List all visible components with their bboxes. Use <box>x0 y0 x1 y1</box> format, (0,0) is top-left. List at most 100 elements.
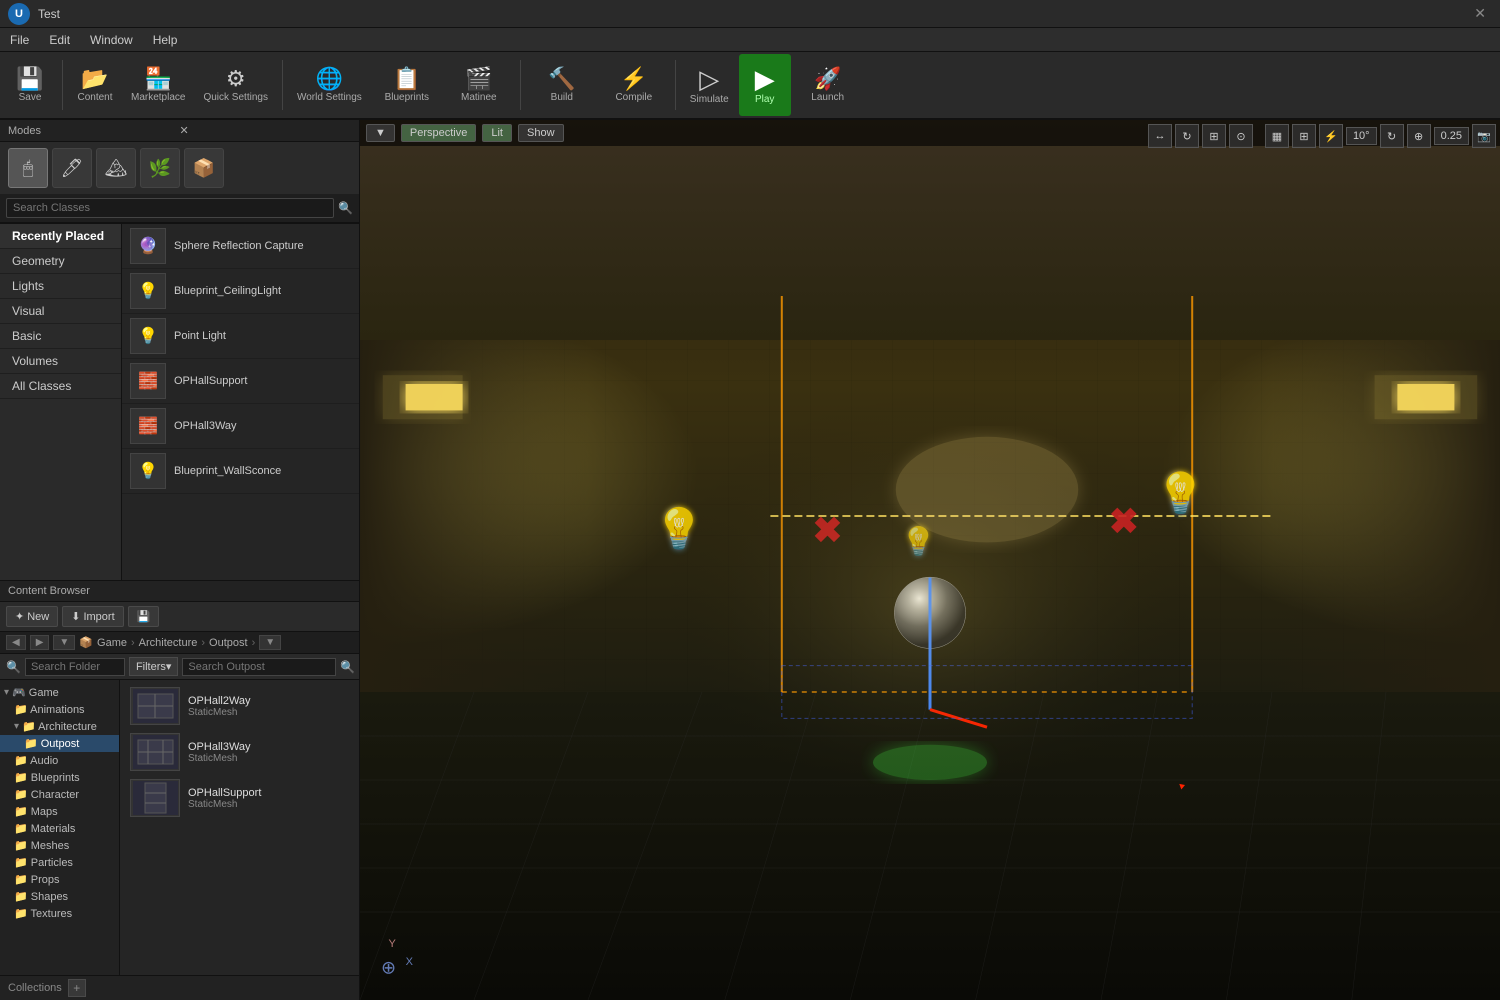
matinee-button[interactable]: 🎬 Matinee <box>444 54 514 116</box>
save-button[interactable]: 💾 Save <box>4 54 56 116</box>
folder-blueprints[interactable]: 📁 Blueprints <box>0 769 119 786</box>
scale-tool[interactable]: ⊞ <box>1202 124 1226 148</box>
world-settings-button[interactable]: 🌐 World Settings <box>289 54 370 116</box>
menu-file[interactable]: File <box>0 28 39 51</box>
content-search-icon: 🔍 <box>340 660 355 674</box>
content-browser-toolbar: ✦ New ⬇ Import 💾 <box>0 602 359 632</box>
viewport[interactable]: ▼ Perspective Lit Show ↔ ↻ ⊞ ⊙ ▦ ⊞ ⚡ 10°… <box>360 120 1500 1000</box>
folder-textures[interactable]: 📁 Textures <box>0 905 119 922</box>
compile-label: Compile <box>615 92 652 103</box>
search-classes-input[interactable] <box>6 198 334 218</box>
blueprints-button[interactable]: 📋 Blueprints <box>372 54 442 116</box>
nav-forward-button[interactable]: ▶ <box>30 635 50 650</box>
category-geometry[interactable]: Geometry <box>0 249 121 274</box>
folder-materials[interactable]: 📁 Materials <box>0 820 119 837</box>
folder-audio[interactable]: 📁 Audio <box>0 752 119 769</box>
asset-item-ophall3way[interactable]: OPHall3Way StaticMesh <box>124 730 355 774</box>
path-outpost[interactable]: Outpost <box>209 637 248 649</box>
menu-edit[interactable]: Edit <box>39 28 80 51</box>
folder-search-input[interactable] <box>25 658 125 676</box>
save-all-button[interactable]: 💾 <box>128 606 160 627</box>
simulate-button[interactable]: ▷ Simulate <box>682 54 737 116</box>
category-visual[interactable]: Visual <box>0 299 121 324</box>
folder-shapes[interactable]: 📁 Shapes <box>0 888 119 905</box>
viewport-dropdown[interactable]: ▼ <box>366 124 395 142</box>
import-button[interactable]: ⬇ Import <box>62 606 123 627</box>
category-volumes[interactable]: Volumes <box>0 349 121 374</box>
folder-shapes-label: 📁 Shapes <box>14 890 68 903</box>
camera-settings[interactable]: 📷 <box>1472 124 1496 148</box>
content-search-input[interactable] <box>182 658 336 676</box>
snap-settings[interactable]: ⚡ <box>1319 124 1343 148</box>
compile-button[interactable]: ⚡ Compile <box>599 54 669 116</box>
blueprints-icon: 📋 <box>393 68 420 90</box>
lit-button[interactable]: Lit <box>482 124 512 142</box>
content-button[interactable]: 📂 Content <box>69 54 121 116</box>
surface-snap[interactable]: ▦ <box>1265 124 1289 148</box>
collections-bar: Collections + <box>0 975 359 1000</box>
mode-paint[interactable]: 🖊 <box>52 148 92 188</box>
modes-content: Recently Placed Geometry Lights Visual B… <box>0 224 359 580</box>
rotate-tool[interactable]: ↻ <box>1175 124 1199 148</box>
quick-settings-button[interactable]: ⚙ Quick Settings <box>195 54 275 116</box>
close-button[interactable]: ✕ <box>1468 5 1492 22</box>
asset-item-ophallsupport[interactable]: OPHallSupport StaticMesh <box>124 776 355 820</box>
nav-back-button[interactable]: ◀ <box>6 635 26 650</box>
category-lights[interactable]: Lights <box>0 274 121 299</box>
item-name: OPHallSupport <box>174 375 247 387</box>
grid-snap-value[interactable]: 10° <box>1346 127 1377 145</box>
mode-select[interactable]: 🖱 <box>8 148 48 188</box>
translate-tool[interactable]: ↔ <box>1148 124 1172 148</box>
mode-geometry[interactable]: 📦 <box>184 148 224 188</box>
modes-close[interactable]: ✕ <box>180 124 352 137</box>
list-item[interactable]: 💡 Blueprint_CeilingLight <box>122 269 359 314</box>
category-basic[interactable]: Basic <box>0 324 121 349</box>
perspective-button[interactable]: Perspective <box>401 124 476 142</box>
build-button[interactable]: 🔨 Build <box>527 54 597 116</box>
marketplace-button[interactable]: 🏪 Marketplace <box>123 54 193 116</box>
menu-window[interactable]: Window <box>80 28 143 51</box>
nav-options-button[interactable]: ▼ <box>259 635 281 650</box>
folder-meshes[interactable]: 📁 Meshes <box>0 837 119 854</box>
scale-snap-value[interactable]: 0.25 <box>1434 127 1469 145</box>
app-title: Test <box>38 7 1468 21</box>
list-item[interactable]: 💡 Point Light <box>122 314 359 359</box>
add-collection-button[interactable]: + <box>68 979 86 997</box>
folder-game[interactable]: ▾ 🎮 Game <box>0 684 119 701</box>
folder-animations[interactable]: 📁 Animations <box>0 701 119 718</box>
list-item[interactable]: 🔮 Sphere Reflection Capture <box>122 224 359 269</box>
path-architecture[interactable]: Architecture <box>139 637 198 649</box>
folder-maps[interactable]: 📁 Maps <box>0 803 119 820</box>
search-classes-bar: 🔍 <box>0 194 359 223</box>
list-item[interactable]: 🧱 OPHallSupport <box>122 359 359 404</box>
category-all-classes[interactable]: All Classes <box>0 374 121 399</box>
mode-foliage[interactable]: 🌿 <box>140 148 180 188</box>
folder-outpost[interactable]: 📁 Outpost <box>0 735 119 752</box>
list-item[interactable]: 💡 Blueprint_WallSconce <box>122 449 359 494</box>
world-local-toggle[interactable]: ⊙ <box>1229 124 1253 148</box>
folder-particles[interactable]: 📁 Particles <box>0 854 119 871</box>
folder-props[interactable]: 📁 Props <box>0 871 119 888</box>
folder-character-label: 📁 Character <box>14 788 79 801</box>
launch-button[interactable]: 🚀 Launch <box>793 54 863 116</box>
scale-snap[interactable]: ⊕ <box>1407 124 1431 148</box>
placed-items-list: 🔮 Sphere Reflection Capture 💡 Blueprint_… <box>122 224 359 580</box>
folder-character[interactable]: 📁 Character <box>0 786 119 803</box>
filters-button[interactable]: Filters▾ <box>129 657 178 676</box>
category-recently-placed[interactable]: Recently Placed <box>0 224 121 249</box>
toolbar-separator-2 <box>282 60 283 110</box>
new-button[interactable]: ✦ New <box>6 606 58 627</box>
floor-tiles <box>360 692 1500 1000</box>
folder-architecture[interactable]: ▾ 📁 Architecture <box>0 718 119 735</box>
folder-architecture-label: 📁 Architecture <box>22 720 97 733</box>
nav-up-button[interactable]: ▼ <box>53 635 75 650</box>
grid-snap[interactable]: ⊞ <box>1292 124 1316 148</box>
path-game[interactable]: Game <box>97 637 127 649</box>
asset-item-ophall2way[interactable]: OPHall2Way StaticMesh <box>124 684 355 728</box>
show-button[interactable]: Show <box>518 124 564 142</box>
rotate-snap[interactable]: ↻ <box>1380 124 1404 148</box>
list-item[interactable]: 🧱 OPHall3Way <box>122 404 359 449</box>
menu-help[interactable]: Help <box>143 28 188 51</box>
play-button[interactable]: ▶ Play <box>739 54 791 116</box>
mode-landscape[interactable]: 🏔 <box>96 148 136 188</box>
